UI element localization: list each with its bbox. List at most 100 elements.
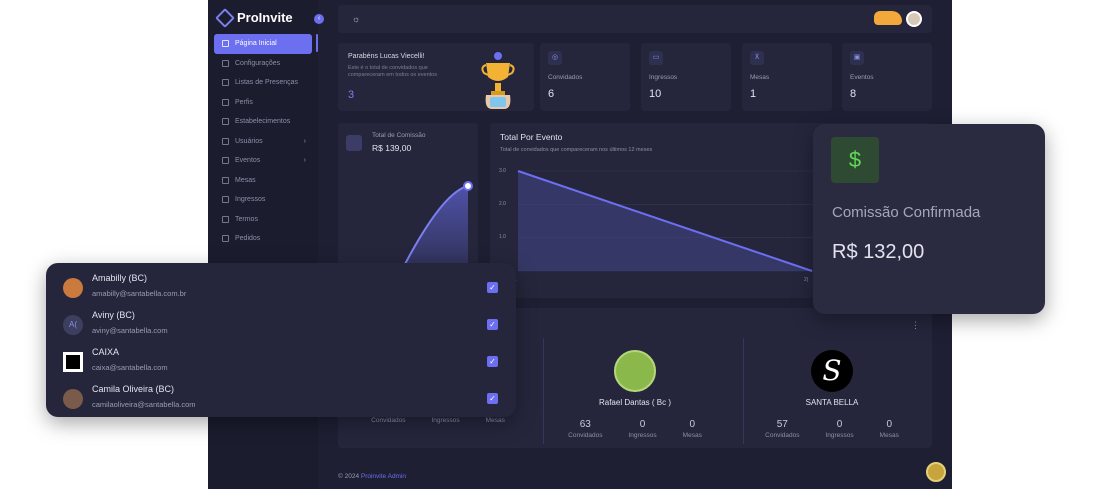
sidebar-item-10[interactable]: Pedidos [214, 229, 312, 249]
sidebar-item-6[interactable]: Eventos › [214, 151, 312, 171]
x-tick-label: 2( [804, 277, 809, 283]
stat-label: Eventos [850, 74, 874, 81]
sidebar-item-label: Perfis [235, 98, 253, 106]
sidebar-item-label: Usuários [235, 137, 263, 145]
card-icon [222, 235, 229, 243]
stat-card-convidados: ◎ Convidados 6 [540, 43, 630, 111]
brand-name: ProInvite [237, 10, 293, 25]
dollar-icon: $ [831, 137, 879, 183]
sidebar-item-label: Listas de Presenças [235, 79, 299, 87]
user-email: camilaoliveira@santabella.com [92, 400, 196, 409]
user-row[interactable]: A( Aviny (BC) aviny@santabella.com ✓ [46, 307, 516, 344]
notification-icon[interactable] [874, 11, 902, 25]
document-icon [222, 215, 229, 223]
person-name: Rafael Dantas ( Bc ) [598, 398, 672, 407]
brand-logo[interactable]: ProInvite [215, 7, 293, 28]
sidebar-item-label: Ingressos [235, 196, 266, 204]
congrats-value: 3 [348, 89, 355, 101]
collapse-sidebar-icon[interactable]: ‹ [314, 14, 324, 24]
checkbox[interactable]: ✓ [487, 393, 498, 404]
stat-label: Ingressos [825, 432, 854, 439]
ticket-icon [222, 196, 229, 204]
support-avatar-button[interactable] [926, 462, 946, 482]
confirmed-commission-label: Comissão Confirmada [832, 204, 981, 221]
user-name: Amabilly (BC) [92, 273, 148, 283]
user-avatar: A( [63, 315, 83, 335]
santa-bella-logo: S [811, 350, 853, 392]
gear-icon [222, 59, 229, 67]
user-row[interactable]: Camila Oliveira (BC) camilaoliveira@santa… [46, 381, 516, 418]
person-card[interactable]: Rafael Dantas ( Bc ) 63 Convidados 0 Ingre… [545, 350, 725, 439]
more-options-icon[interactable]: ⋮ [911, 320, 920, 331]
user-name: Aviny (BC) [92, 310, 135, 320]
stat-label: Mesas [750, 74, 770, 81]
user-avatar[interactable] [906, 11, 922, 27]
stat-label: Convidados [765, 432, 800, 439]
sidebar-item-0[interactable]: Página Inicial [214, 34, 312, 54]
stat-card-eventos: ▣ Eventos 8 [842, 43, 932, 111]
checkbox[interactable]: ✓ [487, 319, 498, 330]
stat-number: 57 [776, 419, 788, 430]
stat-card-mesas: ⊼ Mesas 1 [742, 43, 832, 111]
congrats-subtitle: Este é o total de convidados que compare… [348, 65, 437, 78]
sidebar-item-label: Termos [235, 215, 258, 223]
copyright: © 2024 [338, 473, 360, 480]
building-icon [222, 118, 229, 126]
stat-number: 0 [886, 419, 893, 430]
user-avatar [63, 278, 83, 298]
stat-number: 0 [836, 419, 843, 430]
stat-value: 10 [649, 88, 662, 100]
stat-value: 8 [850, 88, 857, 100]
user-name: Camila Oliveira (BC) [92, 384, 175, 394]
stat-label: Ingressos [649, 74, 678, 81]
sidebar-item-1[interactable]: Configurações [214, 54, 312, 74]
stat-number: 0 [689, 419, 696, 430]
stat-label: Mesas [485, 417, 505, 424]
user-name: CAIXA [92, 347, 120, 357]
sidebar-item-label: Pedidos [235, 235, 261, 243]
sidebar-item-7[interactable]: Mesas [214, 171, 312, 191]
congrats-card: Parabéns Lucas Viecelli! Este é o total … [338, 43, 534, 111]
chevron-right-icon: › [303, 157, 306, 165]
stat-value: 1 [750, 88, 757, 100]
user-icon: ◎ [548, 51, 562, 65]
sidebar-item-9[interactable]: Termos [214, 210, 312, 230]
sidebar-item-5[interactable]: Usuários › [214, 132, 312, 152]
table-icon: ⊼ [750, 51, 764, 65]
commission-label: Total de Comissão [372, 132, 426, 139]
user-email: aviny@santabella.com [92, 326, 168, 335]
confirmed-commission-value: R$ 132,00 [832, 241, 925, 263]
sidebar-item-label: Eventos [235, 157, 261, 165]
home-icon [222, 40, 229, 48]
calendar-icon: ▣ [850, 51, 864, 65]
confirmed-commission-card: $ Comissão Confirmada R$ 132,00 [813, 124, 1045, 314]
user-row[interactable]: CAIXA caixa@santabella.com ✓ [46, 344, 516, 381]
checkbox[interactable]: ✓ [487, 282, 498, 293]
theme-toggle-icon[interactable]: ☼ [352, 14, 360, 24]
sidebar-nav: Página Inicial Configurações Listas de Pre… [214, 34, 312, 249]
stat-value: 6 [548, 88, 555, 100]
person-card[interactable]: S SANTA BELLA 57 Convidados 0 Ingressos 0 M… [742, 350, 922, 439]
wallet-icon [346, 135, 362, 151]
trophy-icon [481, 52, 515, 109]
shield-icon [222, 98, 229, 106]
sidebar-item-4[interactable]: Estabelecimentos [214, 112, 312, 132]
stat-label: Ingressos [628, 432, 657, 439]
sidebar-item-8[interactable]: Ingressos [214, 190, 312, 210]
footer-link[interactable]: Proinvite Admin [361, 473, 406, 480]
user-row[interactable]: Amabilly (BC) amabilly@santabella.com.br ✓ [46, 270, 516, 307]
sidebar-item-label: Configurações [235, 59, 281, 67]
checkbox[interactable]: ✓ [487, 356, 498, 367]
commission-value: R$ 139,00 [372, 143, 412, 153]
stat-label: Mesas [682, 432, 702, 439]
stat-number: 0 [639, 419, 646, 430]
chevron-right-icon: › [303, 137, 306, 145]
sidebar-item-3[interactable]: Perfis [214, 93, 312, 113]
person-name: SANTA BELLA [805, 398, 859, 407]
stat-number: 63 [579, 419, 591, 430]
stat-label: Convidados [568, 432, 603, 439]
logo-icon [215, 7, 235, 28]
list-icon [222, 79, 229, 87]
sidebar-scrollbar[interactable] [316, 34, 318, 52]
sidebar-item-2[interactable]: Listas de Presenças [214, 73, 312, 93]
